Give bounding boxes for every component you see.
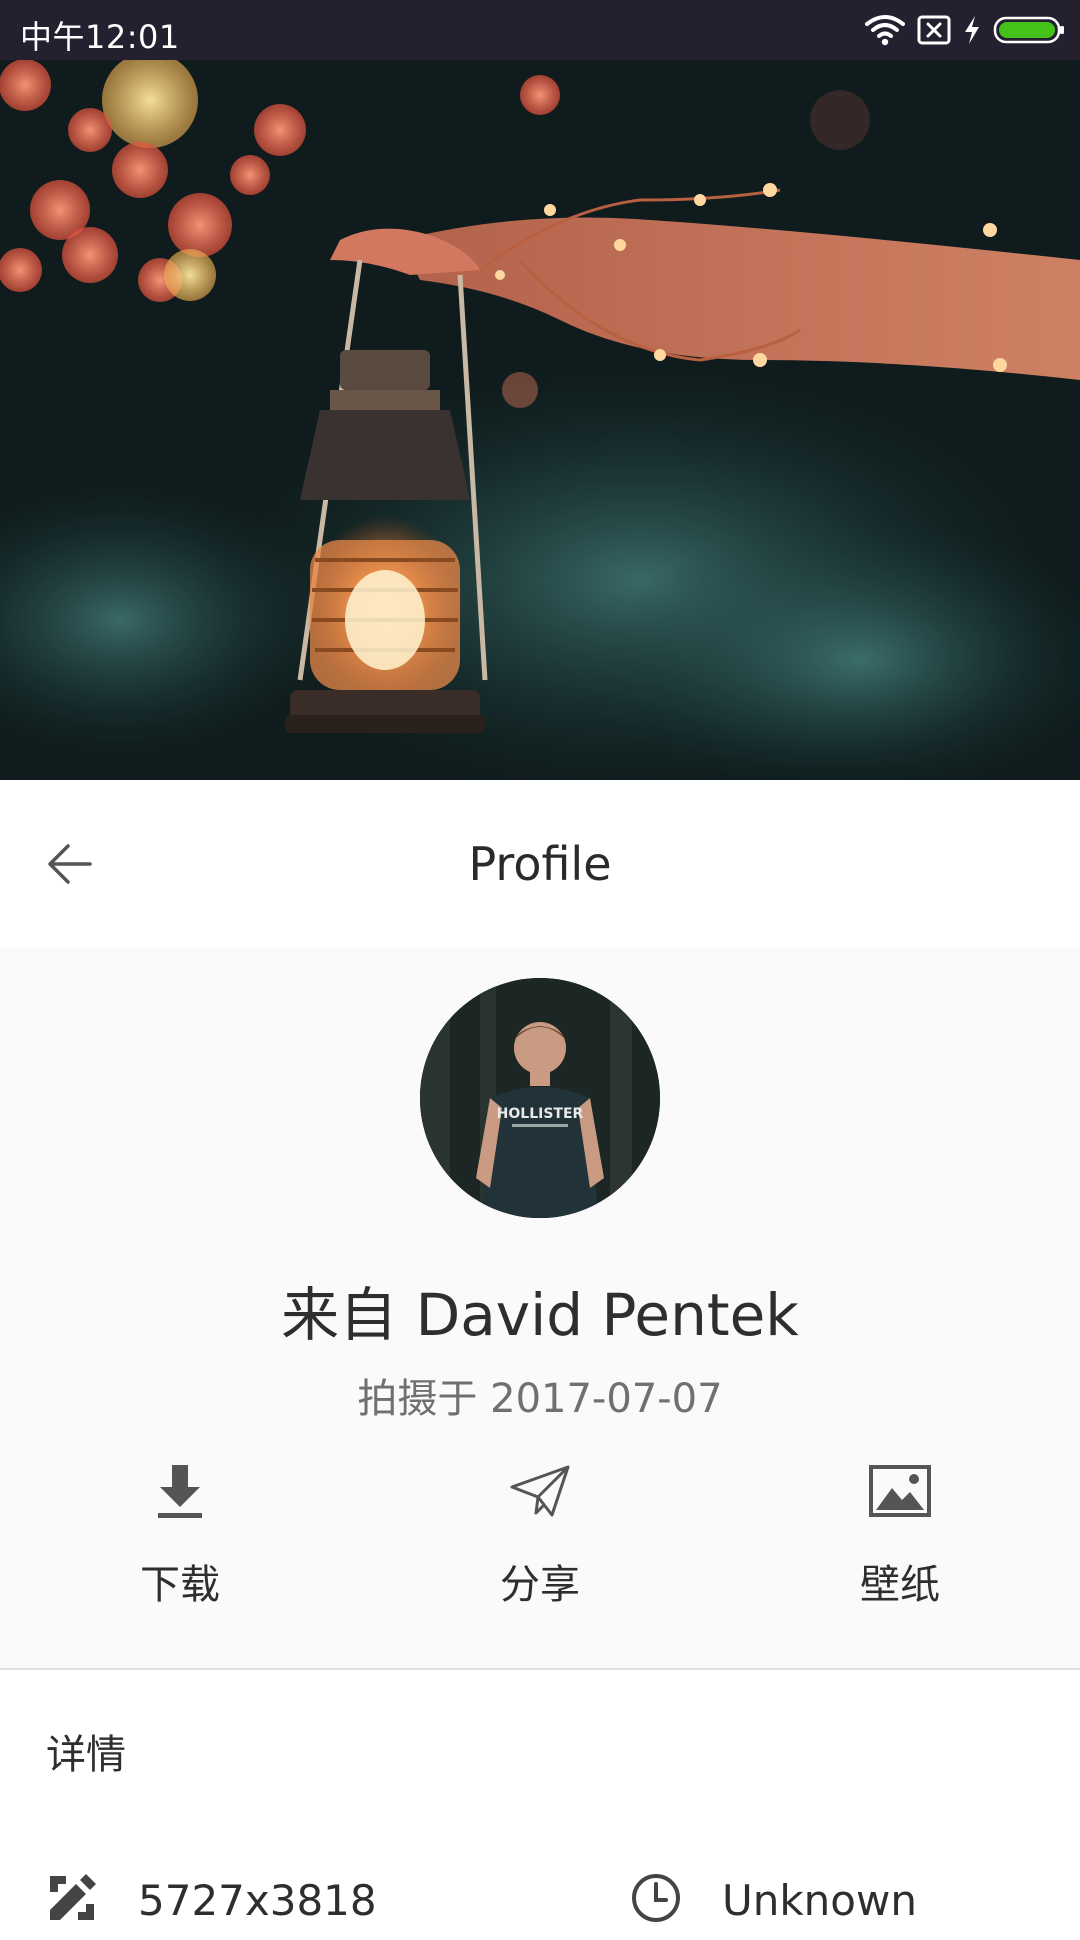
profile-panel: HOLLISTER 来自 David Pentek 拍摄于 2017-07-07… (0, 948, 1080, 1670)
download-label: 下载 (140, 1562, 220, 1608)
download-icon (145, 1456, 215, 1526)
share-button[interactable]: 分享 (420, 1446, 660, 1608)
details-section: 详情 5727x3818 Unknown (0, 1670, 1080, 1925)
status-time: 中午12:01 (20, 18, 180, 56)
detail-resolution: 5727x3818 (44, 1870, 444, 1940)
wallpaper-label: 壁纸 (860, 1562, 940, 1608)
author-name: 来自 David Pentek (281, 1281, 799, 1349)
clock-icon (628, 1870, 684, 1926)
avatar-shirt-text: HOLLISTER (497, 1106, 584, 1122)
wallpaper-button[interactable]: 壁纸 (780, 1446, 1020, 1608)
send-icon (505, 1456, 575, 1526)
detail-time: Unknown (628, 1870, 1028, 1940)
charging-icon (963, 15, 981, 45)
details-title: 详情 (46, 1732, 126, 1778)
page-title: Profile (468, 837, 612, 891)
ruler-pencil-icon (44, 1870, 100, 1926)
hero-photo (0, 60, 1080, 780)
share-label: 分享 (500, 1562, 580, 1608)
avatar[interactable]: HOLLISTER (420, 978, 660, 1218)
resolution-value: 5727x3818 (138, 1876, 377, 1925)
download-button[interactable]: 下载 (60, 1446, 300, 1608)
back-button[interactable] (28, 824, 112, 908)
image-icon (865, 1456, 935, 1526)
arrow-left-icon (46, 840, 94, 892)
sim-blocked-icon (917, 15, 951, 45)
app-bar: Profile (0, 780, 1080, 948)
time-value: Unknown (722, 1876, 917, 1925)
shot-date: 拍摄于 2017-07-07 (357, 1376, 723, 1422)
battery-icon (993, 15, 1065, 45)
action-row: 下载 分享 壁纸 (0, 1446, 1080, 1608)
status-bar: 中午12:01 (0, 0, 1080, 60)
status-icons (865, 12, 1065, 48)
wifi-icon (865, 14, 905, 46)
